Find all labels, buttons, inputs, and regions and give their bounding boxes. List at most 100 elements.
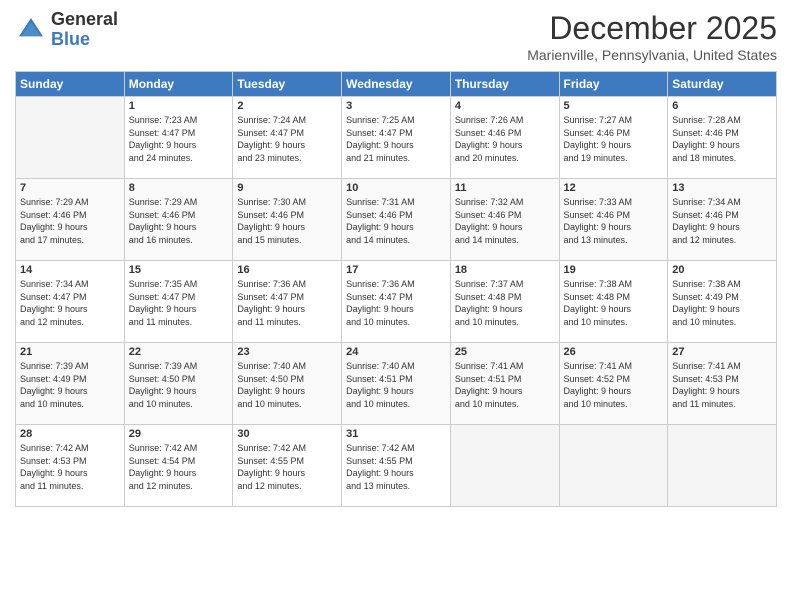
day-info: Sunrise: 7:39 AM Sunset: 4:50 PM Dayligh… xyxy=(129,360,229,410)
day-cell: 19 Sunrise: 7:38 AM Sunset: 4:48 PM Dayli… xyxy=(559,261,668,343)
day-cell: 2 Sunrise: 7:24 AM Sunset: 4:47 PM Daylig… xyxy=(233,97,342,179)
day-number: 9 xyxy=(237,182,337,194)
day-number: 7 xyxy=(20,182,120,194)
week-row-4: 28 Sunrise: 7:42 AM Sunset: 4:53 PM Dayli… xyxy=(16,425,777,507)
week-row-3: 21Sunrise: 7:39 AM Sunset: 4:49 PM Dayli… xyxy=(16,343,777,425)
logo: General Blue xyxy=(15,10,118,50)
day-number: 16 xyxy=(237,264,337,276)
day-number: 2 xyxy=(237,100,337,112)
day-info: Sunrise: 7:41 AM Sunset: 4:52 PM Dayligh… xyxy=(564,360,664,410)
day-cell: 5 Sunrise: 7:27 AM Sunset: 4:46 PM Daylig… xyxy=(559,97,668,179)
day-cell: 20Sunrise: 7:38 AM Sunset: 4:49 PM Dayli… xyxy=(668,261,777,343)
header-row: SundayMondayTuesdayWednesdayThursdayFrid… xyxy=(16,72,777,97)
week-row-2: 14 Sunrise: 7:34 AM Sunset: 4:47 PM Dayli… xyxy=(16,261,777,343)
day-number: 26 xyxy=(564,346,664,358)
day-number: 4 xyxy=(455,100,555,112)
day-cell: 3Sunrise: 7:25 AM Sunset: 4:47 PM Daylig… xyxy=(342,97,451,179)
col-header-monday: Monday xyxy=(124,72,233,97)
day-number: 18 xyxy=(455,264,555,276)
day-info: Sunrise: 7:40 AM Sunset: 4:50 PM Dayligh… xyxy=(237,360,337,410)
day-cell xyxy=(450,425,559,507)
day-info: Sunrise: 7:41 AM Sunset: 4:53 PM Dayligh… xyxy=(672,360,772,410)
day-cell: 29 Sunrise: 7:42 AM Sunset: 4:54 PM Dayli… xyxy=(124,425,233,507)
logo-text: General Blue xyxy=(51,10,118,50)
day-info: Sunrise: 7:29 AM Sunset: 4:46 PM Dayligh… xyxy=(129,196,229,246)
week-row-1: 7 Sunrise: 7:29 AM Sunset: 4:46 PM Daylig… xyxy=(16,179,777,261)
day-cell: 13 Sunrise: 7:34 AM Sunset: 4:46 PM Dayli… xyxy=(668,179,777,261)
day-cell xyxy=(668,425,777,507)
day-cell: 26 Sunrise: 7:41 AM Sunset: 4:52 PM Dayli… xyxy=(559,343,668,425)
day-cell: 27 Sunrise: 7:41 AM Sunset: 4:53 PM Dayli… xyxy=(668,343,777,425)
page: General Blue December 2025 Marienville, … xyxy=(0,0,792,612)
header: General Blue December 2025 Marienville, … xyxy=(15,10,777,63)
day-cell: 14 Sunrise: 7:34 AM Sunset: 4:47 PM Dayli… xyxy=(16,261,125,343)
day-cell: 8 Sunrise: 7:29 AM Sunset: 4:46 PM Daylig… xyxy=(124,179,233,261)
day-info: Sunrise: 7:41 AM Sunset: 4:51 PM Dayligh… xyxy=(455,360,555,410)
day-cell: 1Sunrise: 7:23 AM Sunset: 4:47 PM Daylig… xyxy=(124,97,233,179)
day-cell xyxy=(16,97,125,179)
day-number: 19 xyxy=(564,264,664,276)
day-number: 6 xyxy=(672,100,772,112)
day-cell: 15Sunrise: 7:35 AM Sunset: 4:47 PM Dayli… xyxy=(124,261,233,343)
day-cell: 28 Sunrise: 7:42 AM Sunset: 4:53 PM Dayli… xyxy=(16,425,125,507)
day-info: Sunrise: 7:25 AM Sunset: 4:47 PM Dayligh… xyxy=(346,114,446,164)
day-info: Sunrise: 7:36 AM Sunset: 4:47 PM Dayligh… xyxy=(237,278,337,328)
day-cell: 4 Sunrise: 7:26 AM Sunset: 4:46 PM Daylig… xyxy=(450,97,559,179)
day-info: Sunrise: 7:28 AM Sunset: 4:46 PM Dayligh… xyxy=(672,114,772,164)
day-number: 11 xyxy=(455,182,555,194)
week-row-0: 1Sunrise: 7:23 AM Sunset: 4:47 PM Daylig… xyxy=(16,97,777,179)
day-info: Sunrise: 7:42 AM Sunset: 4:53 PM Dayligh… xyxy=(20,442,120,492)
day-info: Sunrise: 7:34 AM Sunset: 4:46 PM Dayligh… xyxy=(672,196,772,246)
day-info: Sunrise: 7:34 AM Sunset: 4:47 PM Dayligh… xyxy=(20,278,120,328)
day-number: 12 xyxy=(564,182,664,194)
day-number: 14 xyxy=(20,264,120,276)
day-cell: 7Sunrise: 7:29 AM Sunset: 4:46 PM Daylig… xyxy=(16,179,125,261)
day-cell: 25 Sunrise: 7:41 AM Sunset: 4:51 PM Dayli… xyxy=(450,343,559,425)
day-cell: 10Sunrise: 7:31 AM Sunset: 4:46 PM Dayli… xyxy=(342,179,451,261)
day-info: Sunrise: 7:26 AM Sunset: 4:46 PM Dayligh… xyxy=(455,114,555,164)
day-info: Sunrise: 7:38 AM Sunset: 4:48 PM Dayligh… xyxy=(564,278,664,328)
col-header-saturday: Saturday xyxy=(668,72,777,97)
day-cell: 22 Sunrise: 7:39 AM Sunset: 4:50 PM Dayli… xyxy=(124,343,233,425)
day-info: Sunrise: 7:33 AM Sunset: 4:46 PM Dayligh… xyxy=(564,196,664,246)
day-info: Sunrise: 7:27 AM Sunset: 4:46 PM Dayligh… xyxy=(564,114,664,164)
day-info: Sunrise: 7:40 AM Sunset: 4:51 PM Dayligh… xyxy=(346,360,446,410)
day-cell: 21Sunrise: 7:39 AM Sunset: 4:49 PM Dayli… xyxy=(16,343,125,425)
day-cell: 30 Sunrise: 7:42 AM Sunset: 4:55 PM Dayli… xyxy=(233,425,342,507)
day-info: Sunrise: 7:38 AM Sunset: 4:49 PM Dayligh… xyxy=(672,278,772,328)
day-info: Sunrise: 7:31 AM Sunset: 4:46 PM Dayligh… xyxy=(346,196,446,246)
day-info: Sunrise: 7:24 AM Sunset: 4:47 PM Dayligh… xyxy=(237,114,337,164)
calendar-table: SundayMondayTuesdayWednesdayThursdayFrid… xyxy=(15,71,777,507)
day-cell: 31Sunrise: 7:42 AM Sunset: 4:55 PM Dayli… xyxy=(342,425,451,507)
month-title: December 2025 xyxy=(527,10,777,47)
day-cell: 17 Sunrise: 7:36 AM Sunset: 4:47 PM Dayli… xyxy=(342,261,451,343)
day-number: 17 xyxy=(346,264,446,276)
day-number: 31 xyxy=(346,428,446,440)
day-info: Sunrise: 7:42 AM Sunset: 4:55 PM Dayligh… xyxy=(237,442,337,492)
day-cell: 6 Sunrise: 7:28 AM Sunset: 4:46 PM Daylig… xyxy=(668,97,777,179)
day-info: Sunrise: 7:42 AM Sunset: 4:54 PM Dayligh… xyxy=(129,442,229,492)
day-info: Sunrise: 7:36 AM Sunset: 4:47 PM Dayligh… xyxy=(346,278,446,328)
day-cell: 24Sunrise: 7:40 AM Sunset: 4:51 PM Dayli… xyxy=(342,343,451,425)
day-cell: 18 Sunrise: 7:37 AM Sunset: 4:48 PM Dayli… xyxy=(450,261,559,343)
col-header-sunday: Sunday xyxy=(16,72,125,97)
day-info: Sunrise: 7:37 AM Sunset: 4:48 PM Dayligh… xyxy=(455,278,555,328)
col-header-wednesday: Wednesday xyxy=(342,72,451,97)
day-cell: 11Sunrise: 7:32 AM Sunset: 4:46 PM Dayli… xyxy=(450,179,559,261)
day-number: 28 xyxy=(20,428,120,440)
day-number: 23 xyxy=(237,346,337,358)
day-number: 25 xyxy=(455,346,555,358)
day-number: 22 xyxy=(129,346,229,358)
logo-line2: Blue xyxy=(51,30,118,50)
col-header-tuesday: Tuesday xyxy=(233,72,342,97)
day-cell: 23 Sunrise: 7:40 AM Sunset: 4:50 PM Dayli… xyxy=(233,343,342,425)
day-number: 8 xyxy=(129,182,229,194)
day-number: 27 xyxy=(672,346,772,358)
location: Marienville, Pennsylvania, United States xyxy=(527,47,777,63)
day-number: 29 xyxy=(129,428,229,440)
day-number: 13 xyxy=(672,182,772,194)
col-header-thursday: Thursday xyxy=(450,72,559,97)
day-number: 5 xyxy=(564,100,664,112)
day-number: 30 xyxy=(237,428,337,440)
day-info: Sunrise: 7:23 AM Sunset: 4:47 PM Dayligh… xyxy=(129,114,229,164)
